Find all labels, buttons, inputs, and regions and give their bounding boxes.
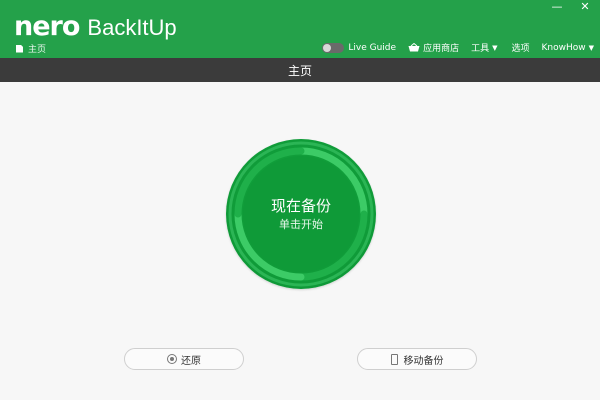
logo-product: BackItUp	[87, 15, 177, 40]
knowhow-menu[interactable]: KnowHow ▼	[542, 43, 595, 53]
live-guide-toggle[interactable]: Live Guide	[322, 42, 397, 53]
main-content: 现在备份 单击开始 还原 移动备份	[0, 82, 600, 400]
backup-now-label: 现在备份	[270, 197, 331, 215]
chevron-down-icon: ▼	[588, 43, 594, 52]
chevron-down-icon: ▼	[492, 43, 498, 52]
app-store-label: 应用商店	[423, 44, 460, 54]
window-controls: — ✕	[550, 1, 592, 12]
restore-icon	[167, 354, 177, 364]
phone-icon	[390, 353, 398, 365]
page-title-bar: 主页	[0, 58, 600, 82]
minimize-button[interactable]: —	[550, 1, 564, 12]
backup-now-button[interactable]: 现在备份 单击开始	[226, 139, 376, 289]
toggle-switch-icon[interactable]	[322, 42, 345, 53]
mobile-backup-label: 移动备份	[403, 355, 444, 367]
restore-label: 还原	[181, 355, 201, 367]
logo-brand: nero	[14, 11, 80, 42]
document-icon	[16, 44, 23, 53]
basket-icon	[408, 43, 420, 52]
breadcrumb[interactable]: 主页	[16, 42, 46, 55]
options-menu[interactable]: 选项	[511, 41, 529, 54]
options-label: 选项	[511, 44, 530, 54]
knowhow-label: KnowHow	[541, 42, 586, 53]
tools-menu[interactable]: 工具 ▼	[471, 41, 498, 55]
breadcrumb-label: 主页	[28, 45, 47, 55]
page-title: 主页	[287, 63, 312, 78]
backup-now-sublabel: 单击开始	[279, 218, 323, 231]
header-toolbar: Live Guide 应用商店 工具 ▼ 选项 KnowHow ▼	[322, 41, 594, 54]
app-logo: nero BackItUp	[14, 11, 177, 42]
app-header: nero BackItUp 主页 — ✕ Live Guide 应用商店 工具 …	[0, 0, 600, 58]
backup-now-text: 现在备份 单击开始	[226, 197, 376, 232]
restore-button[interactable]: 还原	[124, 348, 244, 370]
live-guide-label: Live Guide	[348, 42, 397, 53]
app-store-button[interactable]: 应用商店	[408, 41, 459, 54]
close-button[interactable]: ✕	[578, 1, 592, 12]
tools-label: 工具	[471, 44, 490, 54]
mobile-backup-button[interactable]: 移动备份	[357, 348, 477, 370]
